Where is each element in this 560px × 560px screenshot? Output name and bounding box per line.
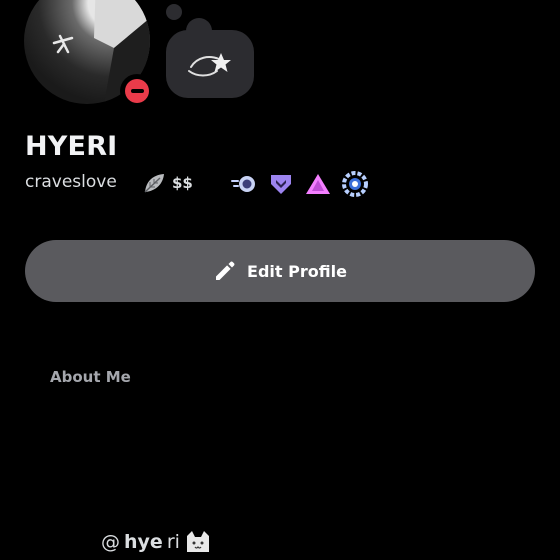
handle-rest: ri bbox=[166, 531, 180, 553]
pencil-icon bbox=[216, 261, 235, 280]
hypesquad-bravery-badge-icon[interactable] bbox=[267, 170, 295, 198]
status-indicator bbox=[120, 74, 154, 108]
edit-profile-label: Edit Profile bbox=[247, 261, 347, 281]
display-name: HYERI bbox=[25, 131, 118, 162]
edit-profile-button[interactable]: Edit Profile bbox=[25, 240, 535, 302]
cat-icon bbox=[186, 531, 209, 552]
badge-list bbox=[230, 170, 369, 198]
username: craveslove bbox=[25, 172, 117, 192]
custom-status-bubble[interactable] bbox=[166, 30, 254, 98]
thought-bubble-dot-small bbox=[166, 4, 182, 20]
nitro-orb-badge-icon[interactable] bbox=[230, 170, 258, 198]
dnd-status-icon bbox=[125, 79, 149, 103]
laurel-badge-icon[interactable] bbox=[341, 170, 369, 198]
handle-bold: hye bbox=[124, 531, 163, 553]
leaf-icon bbox=[142, 172, 166, 198]
about-me-text: @ hye ri bbox=[101, 530, 212, 554]
about-me-heading: About Me bbox=[50, 368, 131, 386]
pronouns-text: $$ bbox=[172, 174, 193, 192]
triangle-badge-icon[interactable] bbox=[304, 170, 332, 198]
at-symbol: @ bbox=[101, 531, 120, 553]
shooting-star-icon bbox=[188, 53, 231, 77]
